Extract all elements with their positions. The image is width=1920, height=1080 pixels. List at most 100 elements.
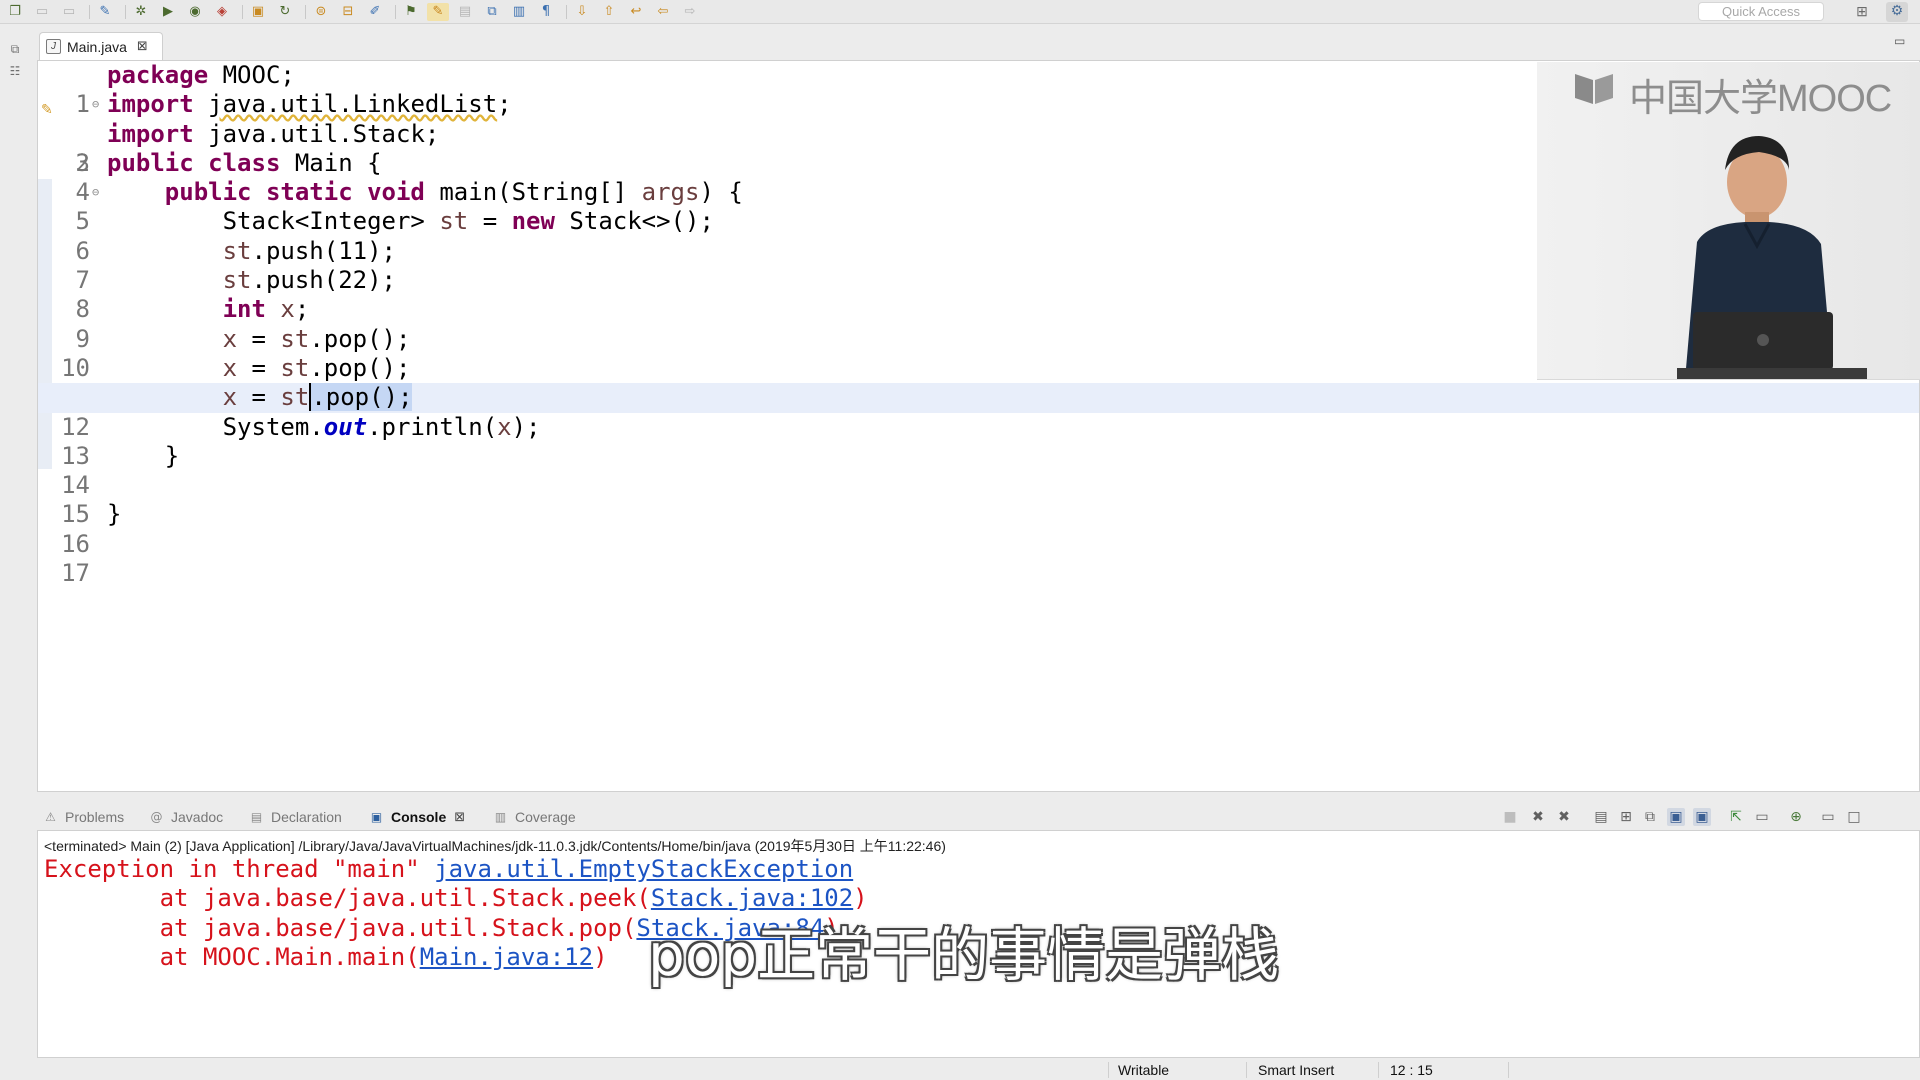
- java-perspective-icon[interactable]: ⚙: [1886, 2, 1908, 22]
- package-explorer-icon[interactable]: ☷: [7, 64, 23, 80]
- word-wrap-icon[interactable]: ⧉: [1641, 808, 1659, 826]
- new-package-icon[interactable]: ▣: [247, 3, 269, 21]
- variable: st: [439, 207, 469, 236]
- save-icon[interactable]: ▭: [31, 3, 53, 21]
- new-wizard-icon[interactable]: ❐: [4, 3, 26, 21]
- external-tools-icon[interactable]: ◈: [211, 3, 233, 21]
- minimize-icon[interactable]: ▭: [1819, 808, 1837, 826]
- code-line[interactable]: 15: [38, 471, 1919, 528]
- back-icon[interactable]: ⇦: [652, 3, 674, 21]
- open-task-icon[interactable]: ⊟: [337, 3, 359, 21]
- presenter-figure: [1677, 136, 1867, 379]
- toolbar-separator: [242, 4, 243, 19]
- restore-icon[interactable]: ⧉: [7, 42, 23, 58]
- open-perspective-icon[interactable]: ⊞: [1852, 3, 1872, 21]
- keyword: new: [511, 207, 555, 236]
- code-text: MOOC;: [208, 61, 295, 89]
- code-text: }: [164, 441, 180, 470]
- code-text: =: [468, 207, 512, 236]
- scroll-lock-icon[interactable]: ⊞: [1617, 808, 1635, 826]
- status-bar: Writable Smart Insert 12 : 15: [0, 1060, 1920, 1080]
- static-field: out: [323, 412, 368, 441]
- code-line[interactable]: 13 System.out.println(x);: [38, 412, 1919, 470]
- mark-occurrences-icon[interactable]: ✎: [427, 2, 449, 21]
- tab-label: Javadoc: [171, 809, 224, 825]
- status-separator: [1246, 1062, 1247, 1078]
- keyword: import: [107, 119, 194, 148]
- save-all-icon[interactable]: ▭: [58, 3, 80, 21]
- code-text: =: [237, 383, 281, 412]
- variable: x: [222, 353, 238, 382]
- left-trim-stack: ⧉ ☷: [0, 24, 30, 1064]
- current-code-line[interactable]: 12 x = st.pop();: [38, 383, 1919, 441]
- text-selection[interactable]: .pop();: [309, 383, 413, 412]
- remove-all-launches-icon[interactable]: ✖: [1555, 808, 1573, 826]
- fold-toggle-icon[interactable]: ⊖: [92, 90, 99, 119]
- word-wrap-icon[interactable]: ⧉: [481, 3, 503, 21]
- minimize-icon[interactable]: ▭: [1894, 34, 1908, 48]
- variable: x: [222, 324, 238, 353]
- maximize-icon[interactable]: □: [1845, 808, 1863, 826]
- stack-frame-link[interactable]: Main.java:12: [420, 943, 593, 971]
- next-annotation-icon[interactable]: ⇩: [571, 3, 593, 21]
- coverage-icon: ▥: [494, 809, 507, 824]
- exception-link[interactable]: java.util.EmptyStackException: [434, 855, 853, 883]
- code-line[interactable]: 16 }: [38, 500, 1919, 557]
- code-text: ;: [294, 295, 310, 324]
- debug-icon[interactable]: ✲: [130, 3, 152, 21]
- tab-problems[interactable]: ⚠ Problems: [43, 806, 124, 828]
- coverage-icon[interactable]: ◉: [184, 3, 206, 21]
- eclipse-window: ❐ ▭ ▭ ✎ ✲ ▶ ◉ ◈ ▣ ↻ ⊜ ⊟ ✐ ⚑ ✎ ▤ ⧉ ▥ ¶ ⇩ …: [0, 0, 1920, 1080]
- last-edit-location-icon[interactable]: ↩: [625, 3, 647, 21]
- clear-console-icon[interactable]: ▤: [1592, 808, 1610, 826]
- remove-launch-icon[interactable]: ✖: [1529, 808, 1547, 826]
- forward-icon[interactable]: ⇨: [679, 3, 701, 21]
- toggle-breadcrumb-icon[interactable]: ⚑: [400, 3, 422, 21]
- open-console-icon[interactable]: ⊕: [1787, 808, 1805, 826]
- close-icon[interactable]: ⊠: [137, 39, 148, 54]
- tab-javadoc[interactable]: @ Javadoc: [149, 806, 224, 828]
- console-icon: ▣: [370, 809, 383, 824]
- block-selection-icon[interactable]: ▤: [454, 3, 476, 21]
- variable: args: [641, 178, 700, 207]
- keyword: package: [107, 61, 209, 89]
- console-process-label: <terminated> Main (2) [Java Application]…: [44, 838, 946, 854]
- open-type-icon[interactable]: ⊜: [310, 3, 332, 21]
- tab-coverage[interactable]: ▥ Coverage: [493, 806, 576, 828]
- search-icon[interactable]: ✐: [364, 3, 386, 21]
- code-text: .push(22);: [251, 266, 397, 295]
- java-file-icon: J: [46, 39, 61, 54]
- editor-tab-bar: J Main.java ⊠ ▭ □: [37, 28, 1920, 60]
- fold-toggle-icon[interactable]: ⊖: [92, 178, 99, 207]
- run-icon[interactable]: ▶: [157, 3, 179, 21]
- previous-annotation-icon[interactable]: ⇧: [598, 3, 620, 21]
- toolbar-separator: [566, 4, 567, 19]
- code-text: .println(: [367, 412, 498, 441]
- close-icon[interactable]: ⊠: [454, 810, 465, 825]
- show-on-stderr-icon[interactable]: ▣: [1693, 808, 1711, 826]
- editor-tab-main-java[interactable]: J Main.java ⊠: [39, 32, 163, 60]
- tab-declaration[interactable]: ▤ Declaration: [249, 806, 342, 828]
- pin-console-icon[interactable]: ⇱: [1727, 808, 1745, 826]
- terminate-icon[interactable]: ■: [1501, 808, 1519, 826]
- variable: x: [222, 383, 238, 412]
- pilcrow-icon[interactable]: ¶: [535, 3, 557, 21]
- code-text: }: [107, 500, 122, 529]
- editor-tab-label: Main.java: [67, 38, 127, 55]
- show-on-stdout-icon[interactable]: ▣: [1667, 808, 1685, 826]
- show-whitespace-icon[interactable]: ▥: [508, 3, 530, 21]
- variable: x: [265, 295, 295, 324]
- new-class-icon[interactable]: ↻: [274, 3, 296, 21]
- keyword: public class: [107, 148, 281, 177]
- keyword: import: [107, 90, 194, 119]
- tab-console[interactable]: ▣ Console ⊠: [369, 806, 465, 828]
- display-console-icon[interactable]: ▭: [1753, 808, 1771, 826]
- write-mode-status: Writable: [1118, 1062, 1170, 1078]
- code-line[interactable]: 14 }: [38, 441, 1919, 499]
- variable: st: [222, 236, 252, 265]
- quick-access-input[interactable]: Quick Access: [1698, 2, 1824, 21]
- code-line[interactable]: 17: [38, 530, 1919, 587]
- video-subtitle: pop正常干的事情是弹栈: [648, 921, 1280, 989]
- unused-import-text: java.util.LinkedList: [208, 90, 498, 119]
- skip-breakpoints-icon[interactable]: ✎: [94, 3, 116, 21]
